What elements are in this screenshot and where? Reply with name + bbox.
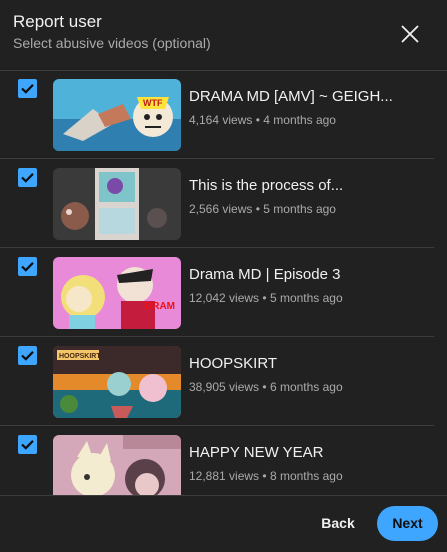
video-row[interactable]: WTF DRAMA MD [AMV] ~ GEIGH... 4,164 view… <box>0 71 447 159</box>
video-thumbnail: DRAM <box>53 257 181 329</box>
row-divider <box>0 247 434 248</box>
close-icon <box>401 25 419 43</box>
video-row[interactable]: HOOPSKIRT HOOPSKIRT 38,905 views • 6 mon… <box>0 338 447 426</box>
video-checkbox[interactable] <box>18 346 37 365</box>
video-meta: 12,042 views • 5 months ago <box>189 291 343 305</box>
dialog-subtitle: Select abusive videos (optional) <box>13 35 211 51</box>
video-age: 5 months ago <box>269 291 343 305</box>
svg-text:HOOPSKIRT: HOOPSKIRT <box>59 353 101 360</box>
dialog-footer: Back Next <box>0 495 447 552</box>
video-checkbox[interactable] <box>18 435 37 454</box>
video-title[interactable]: HAPPY NEW YEAR <box>189 444 404 461</box>
svg-text:DRAM: DRAM <box>145 301 175 312</box>
video-title[interactable]: Drama MD | Episode 3 <box>189 266 404 283</box>
video-meta: 4,164 views • 4 months ago <box>189 113 336 127</box>
video-meta: 2,566 views • 5 months ago <box>189 202 336 216</box>
video-age: 6 months ago <box>269 380 343 394</box>
video-row[interactable]: HAPPY NEW YEAR 12,881 views • 8 months a… <box>0 427 447 495</box>
video-views: 4,164 views <box>189 113 253 127</box>
video-row[interactable]: This is the process of... 2,566 views • … <box>0 160 447 248</box>
meta-separator: • <box>262 291 267 305</box>
video-title[interactable]: DRAMA MD [AMV] ~ GEIGH... <box>189 88 404 105</box>
scrollbar[interactable] <box>440 71 447 495</box>
video-views: 38,905 views <box>189 380 260 394</box>
meta-separator: • <box>255 113 260 127</box>
row-divider <box>0 336 434 337</box>
check-icon <box>21 440 34 450</box>
video-meta: 12,881 views • 8 months ago <box>189 469 343 483</box>
row-divider <box>0 425 434 426</box>
video-thumbnail: HOOPSKIRT <box>53 346 181 418</box>
video-checkbox[interactable] <box>18 168 37 187</box>
video-thumbnail <box>53 435 181 495</box>
check-icon <box>21 84 34 94</box>
close-button[interactable] <box>398 22 422 46</box>
meta-separator: • <box>262 469 267 483</box>
video-views: 2,566 views <box>189 202 253 216</box>
video-age: 4 months ago <box>263 113 336 127</box>
meta-separator: • <box>262 380 267 394</box>
dialog-header: Report user Select abusive videos (optio… <box>0 0 447 71</box>
check-icon <box>21 262 34 272</box>
video-meta: 38,905 views • 6 months ago <box>189 380 343 394</box>
video-age: 5 months ago <box>263 202 336 216</box>
video-list[interactable]: WTF DRAMA MD [AMV] ~ GEIGH... 4,164 view… <box>0 71 447 495</box>
video-row[interactable]: DRAM Drama MD | Episode 3 12,042 views •… <box>0 249 447 337</box>
check-icon <box>21 351 34 361</box>
video-thumbnail: WTF <box>53 79 181 151</box>
row-divider <box>0 158 434 159</box>
svg-text:WTF: WTF <box>143 98 163 108</box>
video-thumbnail <box>53 168 181 240</box>
meta-separator: • <box>255 202 260 216</box>
video-checkbox[interactable] <box>18 79 37 98</box>
back-button[interactable]: Back <box>309 506 367 540</box>
video-views: 12,042 views <box>189 291 260 305</box>
video-age: 8 months ago <box>269 469 343 483</box>
dialog-title: Report user <box>13 12 102 31</box>
video-views: 12,881 views <box>189 469 260 483</box>
check-icon <box>21 173 34 183</box>
video-title[interactable]: HOOPSKIRT <box>189 355 404 372</box>
video-checkbox[interactable] <box>18 257 37 276</box>
video-title[interactable]: This is the process of... <box>189 177 404 194</box>
next-button[interactable]: Next <box>377 506 438 541</box>
